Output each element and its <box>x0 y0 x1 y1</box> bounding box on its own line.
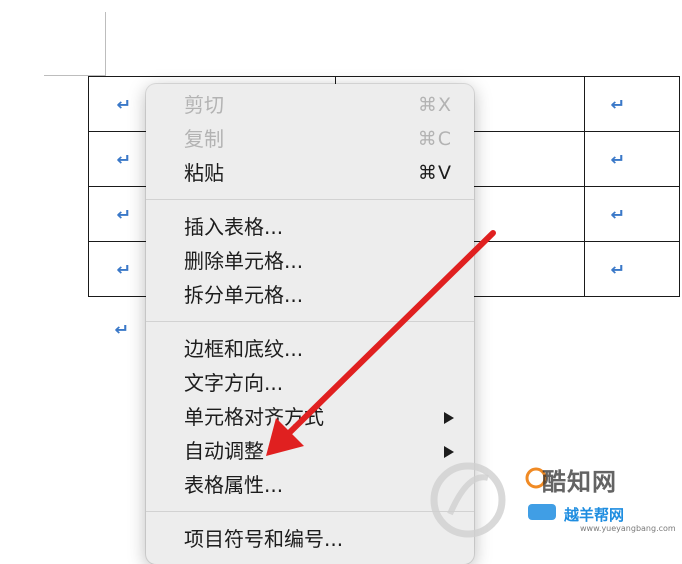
menu-separator <box>146 199 474 200</box>
paragraph-mark-icon: ↵ <box>610 204 626 224</box>
menu-item-cut[interactable]: 剪切 ⌘X <box>146 88 474 122</box>
menu-item-copy[interactable]: 复制 ⌘C <box>146 122 474 156</box>
watermark: 酷知网 越羊帮网 www.yueyangbang.com <box>424 448 682 542</box>
menu-item-label: 自动调整 <box>184 439 264 463</box>
menu-item-label: 粘贴 <box>184 161 224 185</box>
menu-separator <box>146 321 474 322</box>
menu-item-label: 文字方向... <box>184 371 284 395</box>
menu-item-insert-table[interactable]: 插入表格... <box>146 210 474 244</box>
paragraph-mark-icon: ↵ <box>610 149 626 169</box>
table-cell[interactable]: ↵ <box>584 131 680 187</box>
paragraph-mark-icon: ↵ <box>116 259 132 279</box>
paragraph-mark-icon: ↵ <box>116 94 132 114</box>
menu-item-paste[interactable]: 粘贴 ⌘V <box>146 156 474 190</box>
watermark-url: www.yueyangbang.com <box>580 524 676 533</box>
menu-item-label: 插入表格... <box>184 215 284 239</box>
menu-item-label: 复制 <box>184 127 224 151</box>
watermark-subtext: 越羊帮网 <box>564 506 625 524</box>
table-cell[interactable]: ↵ <box>584 76 680 132</box>
menu-item-delete-cells[interactable]: 删除单元格... <box>146 244 474 278</box>
submenu-arrow-icon <box>444 412 454 424</box>
menu-item-shortcut: ⌘V <box>418 162 452 184</box>
menu-item-label: 删除单元格... <box>184 249 304 273</box>
menu-item-shortcut: ⌘C <box>417 128 452 150</box>
paragraph-mark-icon: ↵ <box>116 149 132 169</box>
paragraph-mark-icon: ↵ <box>610 94 626 114</box>
table-cell[interactable]: ↵ <box>584 241 680 297</box>
watermark-text: 酷知网 <box>542 468 617 496</box>
paragraph-mark-icon: ↵ <box>116 204 132 224</box>
paragraph-mark-icon: ↵ <box>114 320 130 339</box>
menu-item-borders-shading[interactable]: 边框和底纹... <box>146 332 474 366</box>
menu-item-label: 项目符号和编号... <box>184 527 344 551</box>
menu-item-shortcut: ⌘X <box>417 94 452 116</box>
menu-item-cell-alignment[interactable]: 单元格对齐方式 <box>146 400 474 434</box>
menu-item-text-direction[interactable]: 文字方向... <box>146 366 474 400</box>
menu-item-label: 边框和底纹... <box>184 337 304 361</box>
table-cell[interactable]: ↵ <box>584 186 680 242</box>
menu-item-label: 剪切 <box>184 93 224 117</box>
page-corner-mark-vertical <box>105 12 106 76</box>
menu-item-label: 表格属性... <box>184 473 284 497</box>
menu-item-label: 单元格对齐方式 <box>184 405 324 429</box>
menu-item-label: 拆分单元格... <box>184 283 304 307</box>
menu-item-split-cells[interactable]: 拆分单元格... <box>146 278 474 312</box>
paragraph-mark-icon: ↵ <box>610 259 626 279</box>
